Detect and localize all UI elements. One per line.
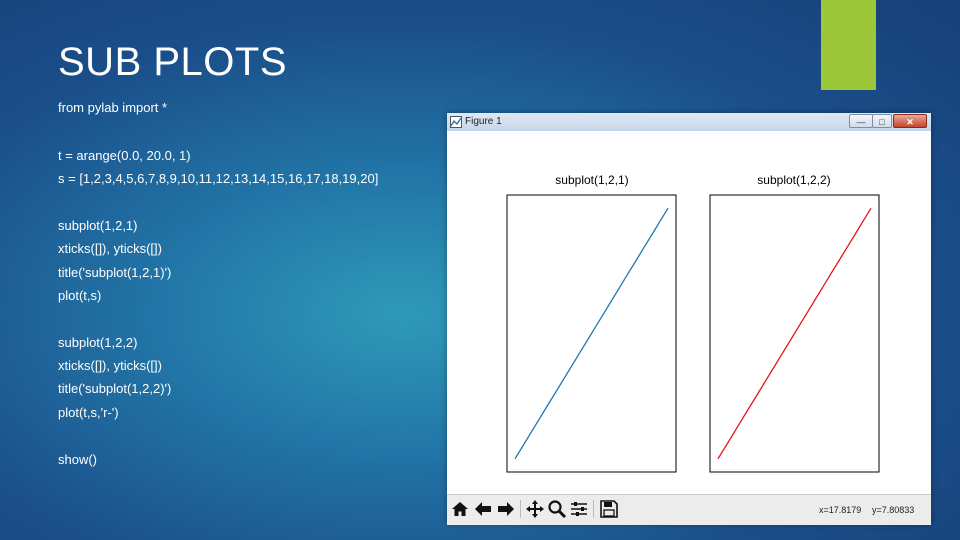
code-line: show() (58, 452, 98, 467)
subplot-2: subplot(1,2,2) (709, 173, 880, 473)
slide-title: SUB PLOTS (58, 40, 288, 84)
x-coordinate-readout: x=17.8179 (819, 505, 862, 515)
code-line: plot(t,s,'r-') (58, 405, 119, 420)
figure-window: Figure 1 — □ ✕ subplot(1,2,1) subplot(1,… (447, 113, 931, 525)
navigation-toolbar: x=17.8179 y=7.80833 (447, 494, 931, 525)
code-line: subplot(1,2,1) (58, 218, 138, 233)
code-line: title('subplot(1,2,2)') (58, 381, 172, 396)
home-icon[interactable] (450, 499, 470, 519)
back-arrow-icon[interactable] (473, 499, 493, 519)
window-title: Figure 1 (465, 116, 502, 127)
close-button[interactable]: ✕ (893, 114, 927, 128)
accent-bar (821, 0, 876, 90)
toolbar-separator (593, 500, 594, 518)
code-line: subplot(1,2,2) (58, 335, 138, 350)
subplots-icon[interactable] (569, 499, 589, 519)
code-line: title('subplot(1,2,1)') (58, 265, 172, 280)
code-line: plot(t,s) (58, 288, 102, 303)
pan-icon[interactable] (525, 499, 545, 519)
code-line: xticks([]), yticks([]) (58, 241, 162, 256)
forward-arrow-icon[interactable] (496, 499, 516, 519)
subplot-1: subplot(1,2,1) (506, 173, 677, 473)
code-line: xticks([]), yticks([]) (58, 358, 162, 373)
subplot-1-title: subplot(1,2,1) (555, 173, 628, 187)
window-titlebar[interactable]: Figure 1 — □ ✕ (447, 113, 931, 132)
code-line: t = arange(0.0, 20.0, 1) (58, 148, 191, 163)
code-line: s = [1,2,3,4,5,6,7,8,9,10,11,12,13,14,15… (58, 171, 379, 186)
figure-canvas[interactable]: subplot(1,2,1) subplot(1,2,2) (447, 131, 931, 494)
save-icon[interactable] (599, 499, 619, 519)
y-coordinate-readout: y=7.80833 (872, 505, 915, 515)
minimize-button[interactable]: — (849, 114, 873, 128)
figure-icon (450, 116, 462, 128)
zoom-icon[interactable] (547, 499, 567, 519)
toolbar-separator (520, 500, 521, 518)
code-line: from pylab import * (58, 100, 168, 115)
subplot-2-title: subplot(1,2,2) (757, 173, 830, 187)
figure-plots: subplot(1,2,1) subplot(1,2,2) (506, 173, 880, 473)
maximize-button[interactable]: □ (872, 114, 892, 128)
